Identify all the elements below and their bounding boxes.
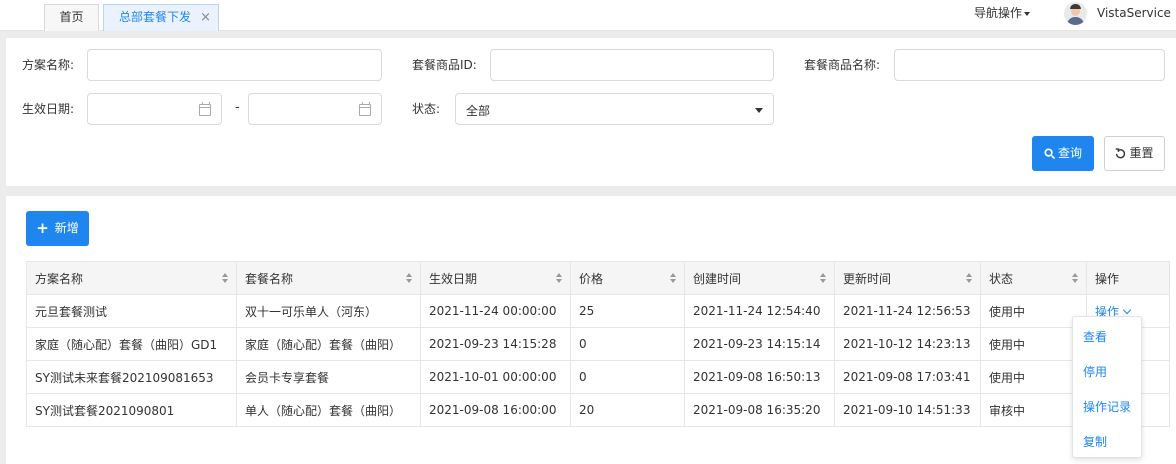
calendar-icon <box>359 102 371 116</box>
table-cell: 2021-09-23 14:15:28 <box>420 327 571 361</box>
table-cell: 2021-11-24 12:54:40 <box>684 294 835 328</box>
nav-ops-menu[interactable]: 导航操作 <box>974 0 1031 26</box>
column-header[interactable]: 创建时间 <box>684 261 835 295</box>
table-cell: 2021-09-10 14:51:33 <box>834 393 981 427</box>
product-id-label: 套餐商品ID: <box>412 58 477 72</box>
search-icon <box>1044 148 1055 159</box>
status-select[interactable]: 全部 <box>455 93 774 125</box>
start-date-picker[interactable] <box>87 93 222 125</box>
table-cell: 审核中 <box>980 393 1087 427</box>
table-cell: 2021-10-01 00:00:00 <box>420 360 571 394</box>
avatar[interactable] <box>1064 2 1087 25</box>
actions-dropdown: 查看 停用 操作记录 复制 <box>1072 316 1142 458</box>
column-header: 操作 <box>1086 261 1170 295</box>
reset-button[interactable]: 重置 <box>1104 136 1165 171</box>
menu-item-view[interactable]: 查看 <box>1083 328 1107 345</box>
date-separator: - <box>235 100 240 115</box>
column-header[interactable]: 价格 <box>570 261 685 295</box>
caret-down-icon <box>755 108 763 113</box>
table-cell: 2021-09-08 17:03:41 <box>834 360 981 394</box>
table-cell: 使用中 <box>980 294 1087 328</box>
column-header[interactable]: 套餐名称 <box>236 261 421 295</box>
table-row: SY测试套餐2021090801 单人（随心配）套餐（曲阳） 2021-09-0… <box>26 393 1170 427</box>
sort-icon[interactable] <box>1072 273 1078 284</box>
query-button[interactable]: 查询 <box>1032 136 1094 171</box>
table-cell: 会员卡专享套餐 <box>236 360 421 394</box>
package-table: 方案名称 套餐名称 生效日期 价格 创建时间 更新时间 状态 操作 元旦套餐测试… <box>26 261 1170 427</box>
column-header[interactable]: 状态 <box>980 261 1087 295</box>
column-header[interactable]: 更新时间 <box>834 261 981 295</box>
tab-hq-package[interactable]: 总部套餐下发 × <box>103 4 219 31</box>
menu-item-copy[interactable]: 复制 <box>1083 433 1107 450</box>
list-panel: + 新增 方案名称 套餐名称 生效日期 价格 创建时间 更新时间 状态 操作 元旦… <box>6 196 1176 464</box>
status-label: 状态: <box>412 102 441 116</box>
product-name-label: 套餐商品名称: <box>804 58 881 72</box>
table-cell: 2021-09-08 16:35:20 <box>684 393 835 427</box>
table-cell: 0 <box>570 360 685 394</box>
chevron-down-icon <box>1122 305 1132 314</box>
user-name: VistaService <box>1097 6 1171 20</box>
product-id-input[interactable] <box>490 49 774 81</box>
column-header[interactable]: 生效日期 <box>420 261 571 295</box>
close-icon[interactable]: × <box>200 5 211 30</box>
plan-name-label: 方案名称: <box>22 58 75 72</box>
sort-icon[interactable] <box>966 273 972 284</box>
effective-date-label: 生效日期: <box>22 102 75 116</box>
add-button-label: 新增 <box>54 221 79 235</box>
table-cell: 25 <box>570 294 685 328</box>
table-row: SY测试未来套餐202109081653 会员卡专享套餐 2021-10-01 … <box>26 360 1170 394</box>
table-row: 家庭（随心配）套餐（曲阳）GD1 家庭（随心配）套餐（曲阳） 2021-09-2… <box>26 327 1170 361</box>
column-header[interactable]: 方案名称 <box>26 261 237 295</box>
add-button[interactable]: + 新增 <box>26 211 89 246</box>
sort-icon[interactable] <box>222 273 228 284</box>
table-cell: 使用中 <box>980 360 1087 394</box>
table-cell: 2021-10-12 14:23:13 <box>834 327 981 361</box>
menu-item-log[interactable]: 操作记录 <box>1083 398 1131 415</box>
sort-icon[interactable] <box>820 273 826 284</box>
sort-icon[interactable] <box>406 273 412 284</box>
product-name-input[interactable] <box>894 49 1165 81</box>
table-cell: 0 <box>570 327 685 361</box>
table-cell: 2021-09-08 16:50:13 <box>684 360 835 394</box>
tab-hq-package-label: 总部套餐下发 <box>119 10 192 24</box>
plus-icon: + <box>36 219 49 237</box>
tab-home-label: 首页 <box>59 10 84 24</box>
table-cell: 家庭（随心配）套餐（曲阳） <box>236 327 421 361</box>
reset-icon <box>1116 148 1126 159</box>
table-cell: SY测试套餐2021090801 <box>26 393 237 427</box>
sort-icon[interactable] <box>556 273 562 284</box>
menu-item-disable[interactable]: 停用 <box>1083 363 1107 380</box>
table-cell: 家庭（随心配）套餐（曲阳）GD1 <box>26 327 237 361</box>
tab-home[interactable]: 首页 <box>44 4 99 31</box>
table-header: 方案名称 套餐名称 生效日期 价格 创建时间 更新时间 状态 操作 <box>26 261 1170 295</box>
end-date-picker[interactable] <box>248 93 382 125</box>
table-cell: SY测试未来套餐202109081653 <box>26 360 237 394</box>
top-bar: 首页 总部套餐下发 × 导航操作 VistaService <box>0 0 1176 42</box>
table-cell: 2021-11-24 12:56:53 <box>834 294 981 328</box>
caret-down-icon <box>1024 11 1031 16</box>
table-row: 元旦套餐测试 双十一可乐单人（河东） 2021-11-24 00:00:00 2… <box>26 294 1170 328</box>
table-cell: 使用中 <box>980 327 1087 361</box>
table-cell: 单人（随心配）套餐（曲阳） <box>236 393 421 427</box>
table-cell: 2021-11-24 00:00:00 <box>420 294 571 328</box>
plan-name-input[interactable] <box>87 49 382 81</box>
nav-ops-label: 导航操作 <box>974 6 1023 20</box>
status-select-value: 全部 <box>466 104 491 118</box>
table-cell: 20 <box>570 393 685 427</box>
table-cell: 2021-09-08 16:00:00 <box>420 393 571 427</box>
user-menu[interactable]: VistaService <box>1097 0 1176 42</box>
table-cell: 元旦套餐测试 <box>26 294 237 328</box>
table-cell: 双十一可乐单人（河东） <box>236 294 421 328</box>
table-cell: 2021-09-23 14:15:14 <box>684 327 835 361</box>
query-button-label: 查询 <box>1057 146 1082 160</box>
calendar-icon <box>199 102 211 116</box>
reset-button-label: 重置 <box>1129 146 1154 160</box>
filter-panel: 方案名称: 套餐商品ID: 套餐商品名称: 生效日期: - 状态: 全部 查询 … <box>6 38 1176 186</box>
sort-icon[interactable] <box>670 273 676 284</box>
